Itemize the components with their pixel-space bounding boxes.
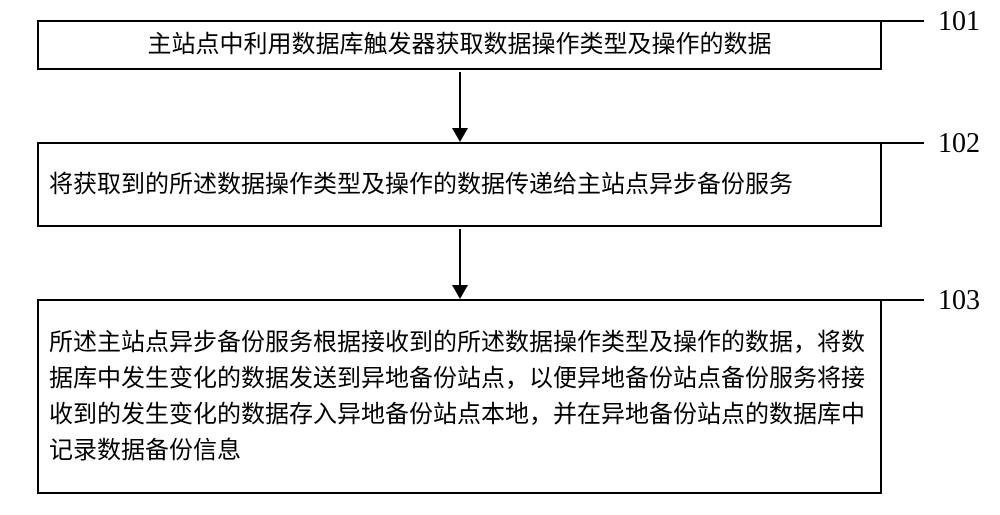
step-box-102: 将获取到的所述数据操作类型及操作的数据传递给主站点异步备份服务 (37, 142, 882, 227)
arrow-101-to-102-line (459, 72, 461, 128)
arrow-101-to-102-head (452, 128, 468, 142)
arrow-102-to-103-head (452, 285, 468, 299)
step-label-103: 103 (938, 285, 980, 317)
flowchart-canvas: 主站点中利用数据库触发器获取数据操作类型及操作的数据 101 将获取到的所述数据… (0, 0, 1000, 515)
leader-line-102 (882, 142, 924, 144)
arrow-102-to-103-line (459, 229, 461, 285)
step-box-102-text: 将获取到的所述数据操作类型及操作的数据传递给主站点异步备份服务 (49, 167, 793, 203)
step-label-101: 101 (938, 6, 980, 38)
leader-line-101 (882, 20, 924, 22)
step-label-102: 102 (938, 128, 980, 160)
step-box-103: 所述主站点异步备份服务根据接收到的所述数据操作类型及操作的数据，将数据库中发生变… (37, 299, 882, 494)
step-box-103-text: 所述主站点异步备份服务根据接收到的所述数据操作类型及操作的数据，将数据库中发生变… (49, 325, 870, 469)
step-box-101-text: 主站点中利用数据库触发器获取数据操作类型及操作的数据 (148, 27, 772, 63)
leader-line-103 (882, 299, 924, 301)
step-box-101: 主站点中利用数据库触发器获取数据操作类型及操作的数据 (37, 20, 882, 70)
